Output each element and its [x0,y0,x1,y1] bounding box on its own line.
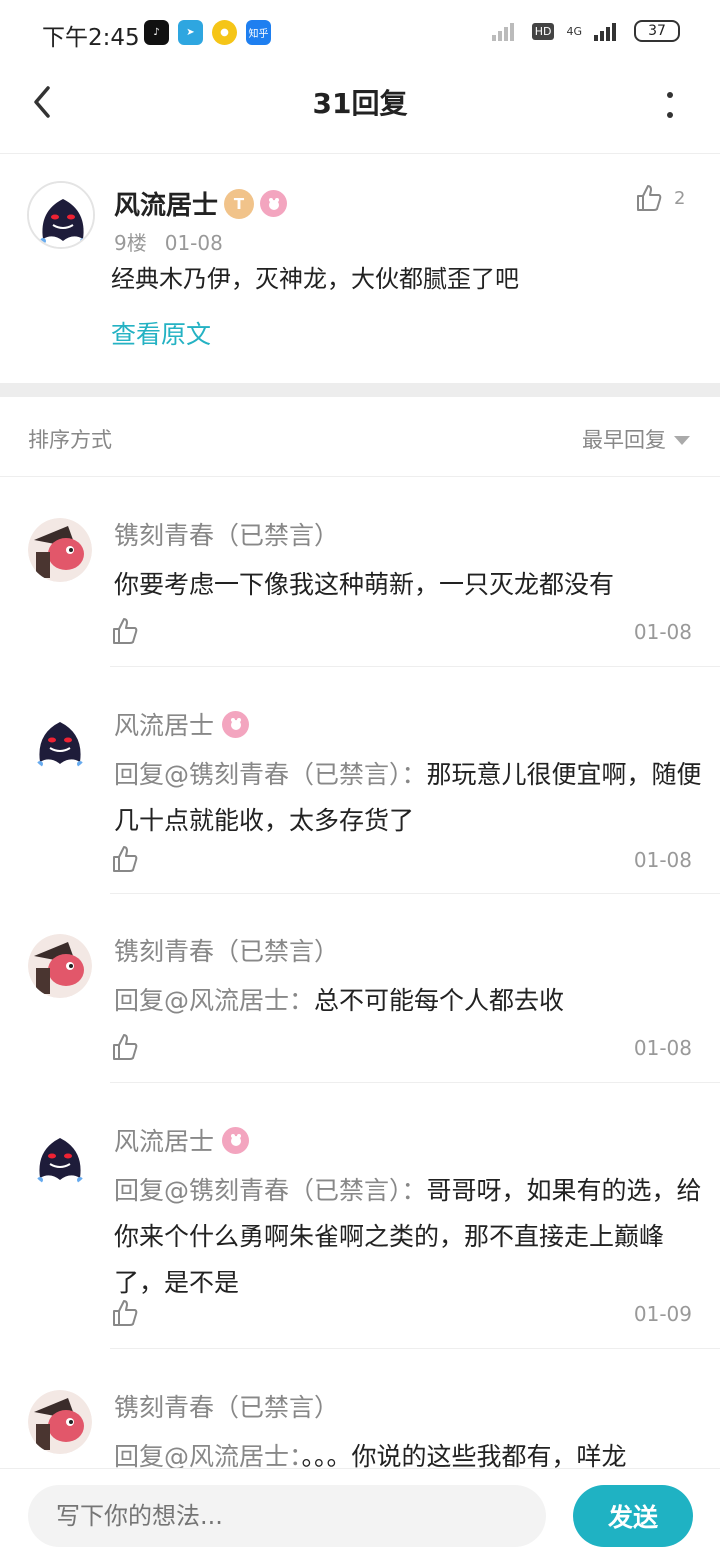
avatar[interactable] [28,1124,92,1188]
reply-date: 01-08 [633,848,692,872]
send-button[interactable]: 发送 [573,1485,693,1547]
hd-icon: HD [531,22,555,40]
zhihu-icon: 知乎 [246,20,271,45]
comment-meta: 9楼 01-08 [114,227,223,256]
reply-item: 镌刻青春（已禁言） 回复@风流居士：。。。你说的这些我都有，咩龙 [0,1350,720,1468]
signal-2-icon [594,23,616,41]
sort-label: 排序方式 [28,428,112,452]
battery-icon: 37 [634,20,680,42]
reply-item: 镌刻青春（已禁言） 你要考虑一下像我这种萌新，一只灭龙都没有 01-08 [0,478,720,668]
more-vertical-icon[interactable] [658,88,682,122]
reply-item: 镌刻青春（已禁言） 回复@风流居士：总不可能每个人都去收 01-08 [0,894,720,1084]
weibo-like-icon: ● [212,20,237,45]
reply-divider [110,1082,720,1083]
sort-bar: 排序方式 最早回复 [0,397,720,477]
username[interactable]: 镌刻青春（已禁言） [114,1388,339,1424]
floor-number: 9楼 [114,231,147,255]
sort-dropdown[interactable]: 最早回复 [582,424,690,454]
thumbs-up-icon[interactable] [110,1298,140,1328]
reply-body: 总不可能每个人都去收 [314,986,565,1015]
thumbs-up-icon [637,185,662,211]
reply-header: 风流居士 [114,706,250,742]
avatar[interactable] [28,1390,92,1454]
ghost-avatar-image [29,183,93,247]
avatar[interactable] [28,708,92,772]
reply-divider [110,666,720,667]
reply-text: 你要考虑一下像我这种萌新，一只灭龙都没有 [114,562,704,608]
reply-item: 风流居士 回复@镌刻青春（已禁言）：那玩意儿很便宜啊，随便几十点就能收，太多存货… [0,668,720,894]
reply-item: 风流居士 回复@镌刻青春（已禁言）：哥哥呀，如果有的选，给你来个什么勇啊朱雀啊之… [0,1084,720,1350]
reply-mention[interactable]: 回复@风流居士： [114,986,314,1015]
comment-text: 经典木乃伊，灭神龙，大伙都腻歪了吧 [111,265,519,293]
caret-down-icon [674,435,690,445]
username[interactable]: 风流居士 [114,706,214,742]
status-indicators: HD 4G 37 [491,20,680,42]
reply-text: 回复@风流居士：总不可能每个人都去收 [114,978,704,1024]
comment-date: 01-08 [164,231,223,255]
reply-text: 回复@镌刻青春（已禁言）：哥哥呀，如果有的选，给你来个什么勇啊朱雀啊之类的，那不… [114,1168,704,1306]
username[interactable]: 风流居士 [114,1122,214,1158]
level-badge-icon: T [224,188,255,219]
tiktok-icon: ♪ [144,20,169,45]
ghost-avatar-image [28,708,92,772]
reply-text: 回复@风流居士：。。。你说的这些我都有，咩龙 [114,1434,704,1468]
reply-mention[interactable]: 回复@风流居士： [114,1442,302,1468]
thumbs-up-icon[interactable] [110,1032,140,1062]
cartoon-avatar-image [28,518,92,582]
section-divider [0,383,720,397]
notification-icons: ♪ ➤ ● 知乎 [144,20,271,45]
reply-body: 。。。你说的这些我都有，咩龙 [301,1442,627,1468]
reply-header: 镌刻青春（已禁言） [114,516,339,552]
thumbs-up-icon[interactable] [110,844,140,874]
member-badge-icon [222,1126,250,1154]
avatar[interactable] [27,181,95,249]
reply-header: 风流居士 [114,1122,250,1158]
comment-input-bar: 发送 [0,1468,720,1560]
member-badge-icon [260,190,288,217]
avatar[interactable] [28,934,92,998]
reply-date: 01-09 [633,1302,692,1326]
avatar[interactable] [28,518,92,582]
network-type: 4G [566,24,582,38]
signal-1-icon [491,23,514,41]
member-badge-icon [222,710,250,738]
reply-body: 你要考虑一下像我这种萌新，一只灭龙都没有 [114,570,615,599]
status-bar: 下午2:45 ♪ ➤ ● 知乎 HD 4G 37 [0,0,720,68]
reply-date: 01-08 [633,620,692,644]
sort-value: 最早回复 [582,428,666,452]
like-button[interactable]: 2 [634,183,685,213]
reply-header: 镌刻青春（已禁言） [114,932,339,968]
comment-input[interactable] [28,1485,546,1547]
ghost-avatar-image [28,1124,92,1188]
reply-mention[interactable]: 回复@镌刻青春（已禁言）： [114,760,427,789]
username[interactable]: 镌刻青春（已禁言） [114,516,339,552]
original-comment: 风流居士 T 9楼 01-08 经典木乃伊，灭神龙，大伙都腻歪了吧 查看原文 2 [0,155,720,383]
telegram-icon: ➤ [178,20,203,45]
page-title: 31回复 [312,87,408,120]
thumbs-up-icon[interactable] [110,616,140,646]
like-count: 2 [674,187,686,209]
top-bar: 31回复 [0,68,720,154]
reply-mention[interactable]: 回复@镌刻青春（已禁言）： [114,1176,427,1205]
view-original-link[interactable]: 查看原文 [111,315,211,351]
username[interactable]: 风流居士 [114,185,218,222]
reply-header: 镌刻青春（已禁言） [114,1388,339,1424]
reply-text: 回复@镌刻青春（已禁言）：那玩意儿很便宜啊，随便几十点就能收，太多存货了 [114,752,704,844]
cartoon-avatar-image [28,934,92,998]
reply-divider [110,1348,720,1349]
status-time: 下午2:45 [42,25,140,51]
username[interactable]: 镌刻青春（已禁言） [114,932,339,968]
cartoon-avatar-image [28,1390,92,1454]
comment-header: 风流居士 T [114,185,288,222]
reply-date: 01-08 [633,1036,692,1060]
